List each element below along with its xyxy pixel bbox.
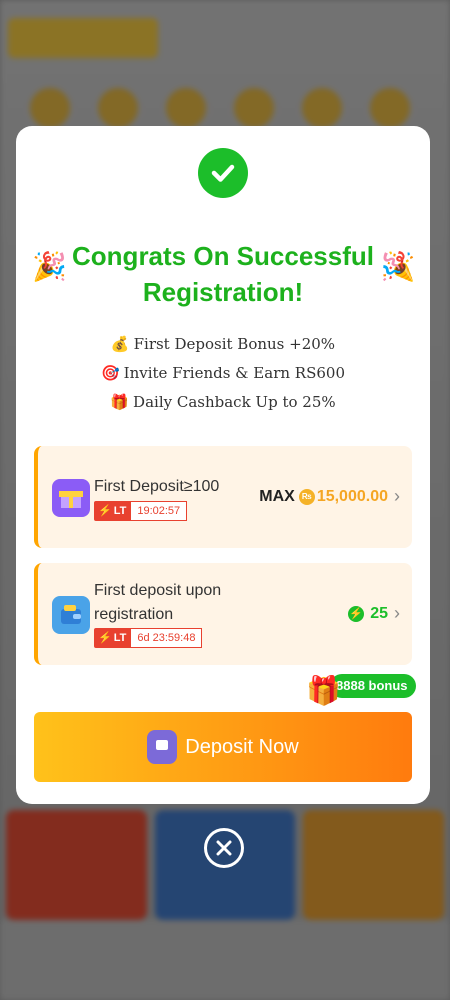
bolt-icon: ⚡ <box>98 505 112 517</box>
wallet-icon <box>52 596 90 634</box>
countdown-timer: ⚡ LT 19:02:57 <box>94 501 188 521</box>
party-popper-icon: 🎉 <box>381 251 416 282</box>
perk-text: Invite Friends & Earn RS600 <box>123 364 345 382</box>
offer-card-registration-deposit[interactable]: First deposit upon registration ⚡ LT 6d 2… <box>34 563 412 665</box>
offer-title: First Deposit≥100 <box>94 478 220 495</box>
perk-item: 🎯 Invite Friends & Earn RS600 <box>16 359 430 388</box>
close-icon <box>216 840 232 856</box>
bonus-count: 25 <box>370 604 388 622</box>
chevron-right-icon: › <box>394 486 400 506</box>
offer-title: First deposit upon registration <box>94 582 222 623</box>
offer-card-first-deposit[interactable]: First Deposit≥100 ⚡ LT 19:02:57 MAX ₨ 15,… <box>34 446 412 548</box>
modal-title: Congrats On Successful Registration! <box>72 241 374 307</box>
money-bag-icon: 💰 <box>110 335 130 353</box>
bonus-badge: 8888 bonus <box>330 674 416 698</box>
timer-value: 19:02:57 <box>130 501 188 521</box>
deposit-now-button[interactable]: Deposit Now <box>34 712 412 782</box>
max-amount: 15,000.00 <box>316 487 388 505</box>
deposit-button-label: Deposit Now <box>185 735 299 758</box>
gift-box-icon <box>52 479 90 517</box>
countdown-timer: ⚡ LT 6d 23:59:48 <box>94 628 203 648</box>
gift-icon: 🎁 <box>110 393 130 411</box>
perk-text: First Deposit Bonus +20% <box>133 335 336 353</box>
registration-success-modal: 🎉 🎉 Congrats On Successful Registration!… <box>16 126 430 804</box>
perk-item: 🎁 Daily Cashback Up to 25% <box>16 388 430 417</box>
offer-reward: ⚡ 25 › <box>348 603 400 624</box>
timer-value: 6d 23:59:48 <box>130 628 203 648</box>
rupee-coin-icon: ₨ <box>298 488 315 505</box>
target-icon: 🎯 <box>100 364 120 382</box>
perk-item: 💰 First Deposit Bonus +20% <box>16 330 430 359</box>
perks-list: 💰 First Deposit Bonus +20% 🎯 Invite Friend… <box>16 330 430 417</box>
gift-icon: 🎁 <box>306 675 341 706</box>
close-button[interactable] <box>204 828 244 868</box>
check-icon <box>198 148 248 198</box>
max-label: MAX <box>259 487 295 505</box>
perk-text: Daily Cashback Up to 25% <box>133 393 336 411</box>
chevron-right-icon: › <box>394 603 400 623</box>
limited-time-badge: ⚡ LT <box>94 501 131 521</box>
limited-time-badge: ⚡ LT <box>94 628 131 648</box>
lightning-icon: ⚡ <box>348 605 365 622</box>
party-popper-icon: 🎉 <box>32 251 67 282</box>
offer-reward: MAX ₨ 15,000.00 › <box>259 486 400 507</box>
wallet-icon <box>147 730 178 764</box>
bolt-icon: ⚡ <box>98 632 112 644</box>
